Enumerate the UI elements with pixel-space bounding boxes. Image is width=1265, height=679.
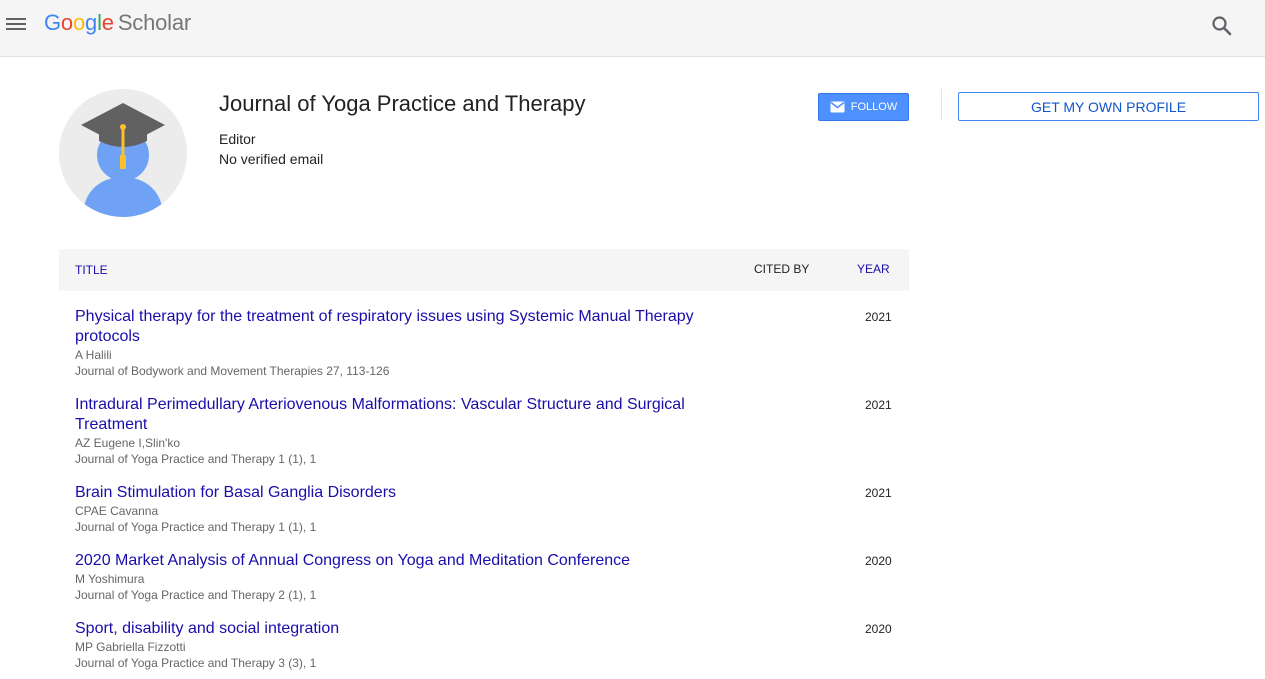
table-row: Sport, disability and social integration… [75,619,909,671]
avatar-placeholder-icon [81,103,165,217]
profile-affiliation: Editor [219,131,256,147]
article-title-link[interactable]: Physical therapy for the treatment of re… [75,307,715,347]
article-year[interactable]: 2021 [865,486,892,500]
column-header-cited-by: CITED BY [754,262,810,276]
follow-label: FOLLOW [850,101,898,113]
article-title-link[interactable]: Intradural Perimedullary Arteriovenous M… [75,395,715,435]
search-icon[interactable] [1210,14,1234,38]
article-title-link[interactable]: 2020 Market Analysis of Annual Congress … [75,551,715,571]
article-year[interactable]: 2021 [865,398,892,412]
article-venue: Journal of Yoga Practice and Therapy 1 (… [75,520,317,534]
article-year[interactable]: 2020 [865,554,892,568]
article-authors: CPAE Cavanna [75,504,159,518]
article-authors: A Halili [75,348,112,362]
table-row: Intradural Perimedullary Arteriovenous M… [75,395,909,467]
vertical-divider [941,89,942,121]
avatar [59,89,187,217]
article-authors: M Yoshimura [75,572,145,586]
column-header-year[interactable]: YEAR [857,262,890,276]
get-my-own-profile-button[interactable]: GET MY OWN PROFILE [958,92,1259,121]
article-title-link[interactable]: Brain Stimulation for Basal Ganglia Diso… [75,483,715,503]
article-authors: AZ Eugene I,Slin'ko [75,436,181,450]
table-row: Physical therapy for the treatment of re… [75,307,909,379]
envelope-icon [830,101,845,113]
article-venue: Journal of Yoga Practice and Therapy 3 (… [75,656,317,670]
google-scholar-logo[interactable]: Google Scholar [44,10,191,36]
top-bar: Google Scholar [0,0,1265,57]
article-year[interactable]: 2020 [865,622,892,636]
table-row: Brain Stimulation for Basal Ganglia Diso… [75,483,909,535]
article-year[interactable]: 2021 [865,310,892,324]
article-venue: Journal of Yoga Practice and Therapy 1 (… [75,452,317,466]
column-header-title[interactable]: TITLE [75,263,108,277]
hamburger-menu-icon[interactable] [6,15,26,33]
article-venue: Journal of Yoga Practice and Therapy 2 (… [75,588,317,602]
follow-button[interactable]: FOLLOW [818,93,909,121]
article-title-link[interactable]: Sport, disability and social integration [75,619,715,639]
article-authors: MP Gabriella Fizzotti [75,640,186,654]
article-venue: Journal of Bodywork and Movement Therapi… [75,364,390,378]
logo-product-name: Scholar [117,10,192,35]
table-row: 2020 Market Analysis of Annual Congress … [75,551,909,603]
profile-email-status: No verified email [219,151,324,167]
table-header: TITLE CITED BY YEAR [59,249,909,291]
profile-name: Journal of Yoga Practice and Therapy [219,91,586,116]
